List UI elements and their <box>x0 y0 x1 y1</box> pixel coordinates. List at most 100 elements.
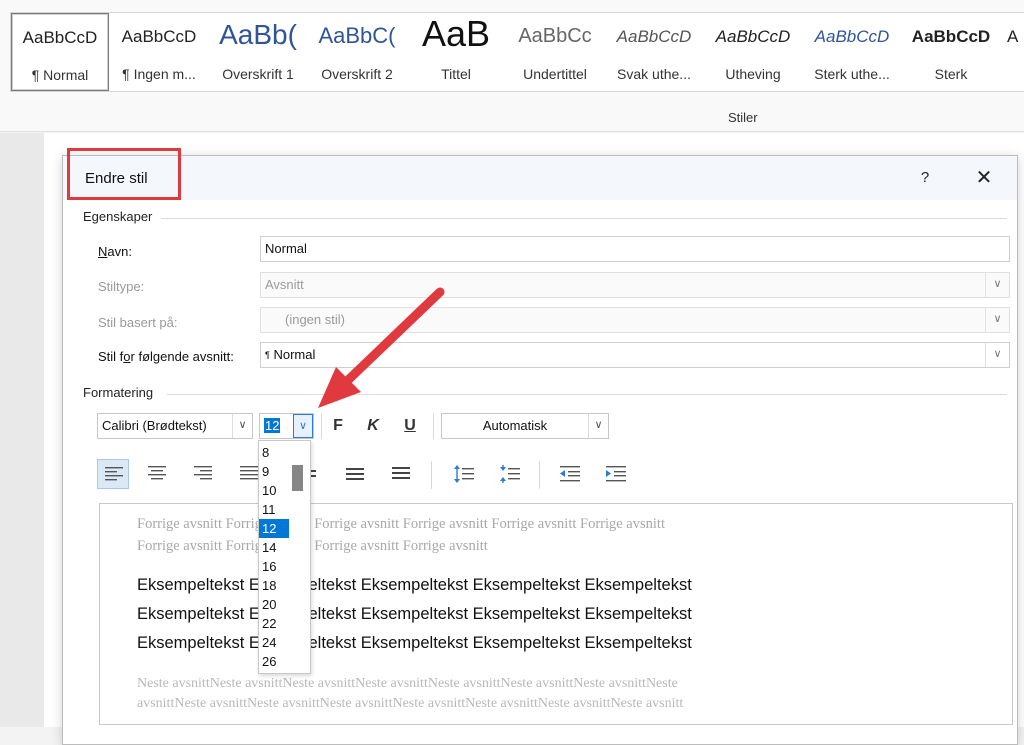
italic-button[interactable]: K <box>360 413 386 439</box>
following-style-select[interactable]: ¶ Normal ∨ <box>260 342 1010 368</box>
font-size-option-selected[interactable]: 12 <box>259 519 289 538</box>
style-preview: A <box>1007 27 1019 46</box>
style-strong[interactable]: AaBbCcD Sterk <box>902 13 1000 91</box>
style-intense-emphasis[interactable]: AaBbCcD Sterk uthe... <box>803 13 901 91</box>
align-right-button[interactable] <box>187 459 219 489</box>
line-spacing-increase-icon <box>454 465 474 483</box>
style-preview: AaBbCcD <box>121 27 197 46</box>
style-heading-2[interactable]: AaBbC( Overskrift 2 <box>308 13 406 91</box>
style-preview: AaBbC( <box>318 23 396 48</box>
ribbon-styles-group: AaBbCcD ¶ Normal AaBbCcD ¶ Ingen m... Aa… <box>0 0 1024 132</box>
section-divider <box>167 394 1007 395</box>
font-size-option[interactable]: 24 <box>259 633 289 652</box>
style-name: Svak uthe... <box>617 66 691 82</box>
sample-text: Eksempeltekst Eksempeltekst Eksempelteks… <box>137 634 692 652</box>
increase-paragraph-spacing-button[interactable] <box>447 459 479 489</box>
style-title[interactable]: AaB Tittel <box>407 13 505 91</box>
line-spacing-decrease-icon <box>500 465 520 483</box>
font-size-option[interactable]: 11 <box>259 500 289 519</box>
one-and-half-spacing-icon <box>346 468 364 480</box>
increase-indent-icon <box>606 466 626 482</box>
font-color-value: Automatisk <box>482 418 548 433</box>
chevron-down-icon[interactable]: ∨ <box>293 414 313 438</box>
one-and-half-spacing-button[interactable] <box>339 459 371 489</box>
style-subtle-emphasis[interactable]: AaBbCcD Svak uthe... <box>605 13 703 91</box>
toolbar-separator <box>539 461 540 489</box>
next-paragraph-text: Neste avsnittNeste avsnittNeste avsnittN… <box>137 676 678 691</box>
chevron-down-icon: ∨ <box>985 308 1009 332</box>
double-spacing-button[interactable] <box>385 459 417 489</box>
style-preview: AaBbCcD <box>616 27 692 46</box>
dropdown-scrollbar-thumb[interactable] <box>292 465 303 491</box>
properties-section-label: Egenskaper <box>83 209 153 224</box>
style-name: ¶ Ingen m... <box>122 66 196 82</box>
style-name: Sterk uthe... <box>814 66 890 82</box>
align-left-button[interactable] <box>97 459 129 489</box>
style-preview: AaBb( <box>219 19 297 50</box>
double-spacing-icon <box>392 467 410 479</box>
toolbar-separator <box>321 413 322 439</box>
style-preview-box: Forrige avsnitt Forrige avsnitt Forrige … <box>99 503 1013 725</box>
font-color-combo[interactable]: Automatisk ∨ <box>441 413 609 439</box>
increase-indent-button[interactable] <box>599 459 631 489</box>
bold-button[interactable]: F <box>325 413 351 439</box>
close-button[interactable]: ✕ <box>969 164 999 192</box>
style-name: Undertittel <box>523 66 587 82</box>
font-name-value: Calibri (Brødtekst) <box>102 418 207 433</box>
previous-paragraph-text: Forrige avsnitt Forrige avsnitt Forrige … <box>137 538 488 554</box>
decrease-paragraph-spacing-button[interactable] <box>493 459 525 489</box>
styles-gallery: AaBbCcD ¶ Normal AaBbCcD ¶ Ingen m... Aa… <box>10 12 1024 92</box>
style-heading-1[interactable]: AaBb( Overskrift 1 <box>209 13 307 91</box>
font-size-combo[interactable]: 12 ∨ <box>259 413 314 439</box>
toolbar-separator <box>433 413 434 439</box>
style-preview: AaB <box>421 13 491 54</box>
sample-text: Eksempeltekst Eksempeltekst Eksempelteks… <box>137 605 692 623</box>
chevron-down-icon[interactable]: ∨ <box>232 414 252 438</box>
chevron-down-icon: ∨ <box>985 273 1009 297</box>
align-center-icon <box>148 466 166 480</box>
modify-style-dialog: Endre stil ? ✕ Egenskaper Navn: Normal S… <box>62 148 1018 745</box>
next-paragraph-text: avsnittNeste avsnittNeste avsnittNeste a… <box>137 696 684 711</box>
font-size-option[interactable]: 8 <box>259 443 289 462</box>
font-size-option[interactable]: 22 <box>259 614 289 633</box>
based-on-select[interactable]: (ingen stil) ∨ <box>260 307 1010 333</box>
style-no-spacing[interactable]: AaBbCcD ¶ Ingen m... <box>110 13 208 91</box>
font-size-option[interactable]: 10 <box>259 481 289 500</box>
font-size-option[interactable]: 20 <box>259 595 289 614</box>
style-preview: AaBbCcD <box>814 27 890 46</box>
title-highlight-box <box>67 148 181 200</box>
name-label: Navn: <box>98 244 132 259</box>
chevron-down-icon: ∨ <box>985 343 1009 367</box>
font-size-option[interactable]: 9 <box>259 462 289 481</box>
style-type-select[interactable]: Avsnitt ∨ <box>260 272 1010 298</box>
font-size-option[interactable]: 16 <box>259 557 289 576</box>
style-name: ¶ Normal <box>31 67 89 83</box>
align-center-button[interactable] <box>141 459 173 489</box>
toolbar-separator <box>431 461 432 489</box>
sample-text: Eksempeltekst Eksempeltekst Eksempelteks… <box>137 576 692 594</box>
style-emphasis[interactable]: AaBbCcD Utheving <box>704 13 802 91</box>
style-preview: AaBbCc <box>518 25 592 47</box>
underline-button[interactable]: U <box>397 413 423 439</box>
style-name: Overskrift 1 <box>222 66 294 82</box>
decrease-indent-icon <box>560 466 580 482</box>
font-size-option[interactable]: 18 <box>259 576 289 595</box>
style-subtitle[interactable]: AaBbCc Undertittel <box>506 13 604 91</box>
font-size-dropdown-list[interactable]: 8 9 10 11 12 14 16 18 20 22 24 26 <box>258 440 311 674</box>
font-size-option[interactable]: 26 <box>259 652 289 671</box>
following-style-label: Stil for følgende avsnitt: <box>98 349 234 364</box>
ribbon-group-label: Stiler <box>728 110 758 125</box>
font-name-combo[interactable]: Calibri (Brødtekst) ∨ <box>97 413 253 439</box>
decrease-indent-button[interactable] <box>553 459 585 489</box>
style-normal[interactable]: AaBbCcD ¶ Normal <box>11 13 109 91</box>
based-on-value: (ingen stil) <box>285 312 345 327</box>
chevron-down-icon[interactable]: ∨ <box>588 414 608 438</box>
font-size-option[interactable]: 14 <box>259 538 289 557</box>
style-preview: AaBbCcD <box>715 27 791 46</box>
style-preview: AaBbCcD <box>911 27 991 46</box>
style-type-value: Avsnitt <box>265 277 304 292</box>
help-button[interactable]: ? <box>911 164 939 192</box>
style-partial[interactable]: A <box>1001 13 1024 91</box>
name-input[interactable]: Normal <box>260 236 1010 262</box>
previous-paragraph-text: Forrige avsnitt Forrige avsnitt Forrige … <box>137 516 665 532</box>
